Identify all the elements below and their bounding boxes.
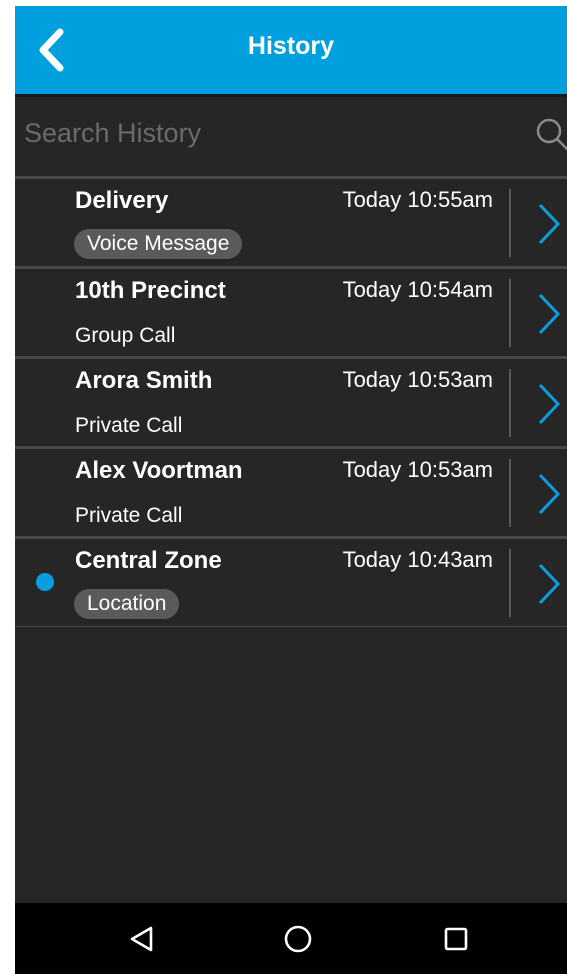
history-item[interactable]: Arora Smith Today 10:53am Private Call <box>15 356 567 446</box>
item-title: Central Zone <box>75 547 222 574</box>
item-title: Delivery <box>75 187 169 214</box>
item-time: Today 10:53am <box>342 457 493 482</box>
search-bar <box>15 97 567 176</box>
history-screen: History Delivery Today 10:55am Voice Mes… <box>15 6 567 974</box>
unread-indicator <box>36 573 54 591</box>
back-triangle-icon[interactable] <box>122 919 162 959</box>
history-item[interactable]: Central Zone Today 10:43am Location <box>15 536 567 627</box>
item-divider <box>509 369 511 437</box>
page-title: History <box>247 32 335 60</box>
system-nav-bar <box>15 903 567 974</box>
item-title: 10th Precinct <box>75 277 226 304</box>
history-item[interactable]: 10th Precinct Today 10:54am Group Call <box>15 266 567 356</box>
item-divider <box>509 459 511 527</box>
item-title: Alex Voortman <box>75 457 243 484</box>
chevron-right-icon[interactable] <box>535 561 563 607</box>
chevron-right-icon[interactable] <box>535 291 563 337</box>
history-item[interactable]: Alex Voortman Today 10:53am Private Call <box>15 446 567 536</box>
item-divider <box>509 279 511 347</box>
app-bar: History <box>15 6 567 94</box>
recents-square-icon[interactable] <box>436 919 476 959</box>
item-divider <box>509 189 511 257</box>
chevron-right-icon[interactable] <box>535 381 563 427</box>
history-item[interactable]: Delivery Today 10:55am Voice Message <box>15 176 567 266</box>
item-time: Today 10:53am <box>342 367 493 392</box>
chevron-right-icon[interactable] <box>535 471 563 517</box>
item-type-badge: Location <box>74 589 180 619</box>
item-type-label: Private Call <box>75 414 183 437</box>
item-divider <box>509 549 511 617</box>
item-type-badge: Voice Message <box>74 229 243 259</box>
item-type-label: Private Call <box>75 504 183 527</box>
search-icon[interactable] <box>535 117 567 151</box>
search-input[interactable] <box>24 111 524 155</box>
item-time: Today 10:43am <box>342 547 493 572</box>
item-time: Today 10:55am <box>342 187 493 212</box>
home-circle-icon[interactable] <box>278 919 318 959</box>
chevron-right-icon[interactable] <box>535 201 563 247</box>
item-type-label: Group Call <box>75 324 176 347</box>
item-title: Arora Smith <box>75 367 213 394</box>
item-time: Today 10:54am <box>342 277 493 302</box>
history-list: Delivery Today 10:55am Voice Message 10t… <box>15 176 567 627</box>
